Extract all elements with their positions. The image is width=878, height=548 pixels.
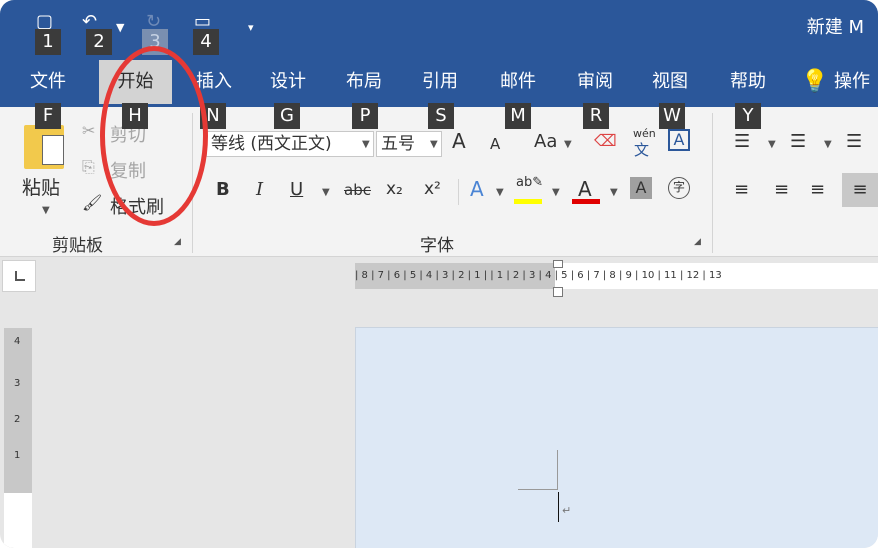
paste-icon[interactable] (24, 125, 64, 169)
paragraph-mark-icon: ↵ (562, 504, 572, 517)
horizontal-ruler[interactable]: | 8 | 7 | 6 | 5 | 4 | 3 | 2 | 1 | | 1 | … (355, 260, 878, 297)
group-divider (458, 179, 459, 205)
bold-button[interactable]: B (216, 179, 230, 200)
numbering-dropdown-icon[interactable]: ▼ (824, 139, 832, 150)
change-case-button[interactable]: Aa (534, 131, 557, 152)
shrink-font-button[interactable]: A (490, 135, 500, 153)
tab-view[interactable]: 视图 (640, 60, 700, 104)
font-name-combo[interactable]: 等线 (西文正文) (206, 131, 374, 157)
clipboard-group-label: 剪贴板 (52, 236, 103, 256)
highlight-dropdown-icon[interactable]: ▼ (552, 187, 560, 198)
keytip-tab-view: W (659, 103, 685, 129)
underline-dropdown-icon[interactable]: ▼ (322, 187, 330, 198)
text-effects-dropdown-icon[interactable]: ▼ (496, 187, 504, 198)
keytip-qat-2: 2 (86, 29, 112, 55)
change-case-dropdown-icon[interactable]: ▼ (564, 139, 572, 150)
vertical-ruler[interactable]: 4 3 2 1 (4, 328, 32, 548)
vertical-ruler-tick: 4 (14, 336, 21, 347)
align-center-icon[interactable]: ≡ (774, 179, 789, 200)
clipboard-launcher-icon[interactable]: ◢ (174, 237, 181, 247)
copy-icon[interactable]: ⎘ (82, 157, 95, 177)
customize-qat-icon[interactable]: ▾ (248, 18, 254, 38)
keytip-tab-file: F (35, 103, 61, 129)
text-cursor (558, 492, 559, 522)
text-effects-button[interactable]: A (470, 177, 484, 201)
undo-dropdown-icon[interactable]: ▼ (116, 18, 124, 38)
keytip-tab-design: G (274, 103, 300, 129)
vertical-ruler-tick: 3 (14, 378, 21, 389)
phonetic-guide-icon[interactable]: 文 (634, 139, 649, 160)
horizontal-ruler-ticks: | 8 | 7 | 6 | 5 | 4 | 3 | 2 | 1 | | 1 | … (355, 270, 722, 281)
tab-references[interactable]: 引用 (410, 60, 470, 104)
font-launcher-icon[interactable]: ◢ (694, 237, 701, 247)
font-name-value: 等线 (西文正文) (211, 134, 332, 154)
tab-file[interactable]: 文件 (18, 60, 78, 104)
font-group-label: 字体 (420, 236, 454, 256)
keytip-tab-references: S (428, 103, 454, 129)
lightbulb-icon[interactable]: 💡 (800, 60, 830, 104)
numbering-icon[interactable]: ☰ (790, 131, 806, 152)
paste-button[interactable]: 粘贴 (22, 173, 60, 200)
align-left-icon[interactable]: ≡ (734, 179, 749, 200)
paste-dropdown-icon[interactable]: ▼ (42, 205, 50, 216)
margin-corner-mark (518, 450, 558, 490)
keytip-tab-mailings: M (505, 103, 531, 129)
format-painter-icon[interactable]: 🖌 (82, 193, 102, 212)
first-line-indent-marker[interactable] (553, 260, 563, 268)
font-color-bar (572, 199, 600, 204)
vertical-ruler-tick: 2 (14, 414, 21, 425)
font-name-dropdown-icon[interactable]: ▼ (362, 139, 370, 150)
highlight-color-bar (514, 199, 542, 204)
vertical-ruler-tick: 1 (14, 450, 21, 461)
tab-selector[interactable] (2, 260, 36, 292)
bullets-icon[interactable]: ☰ (734, 131, 750, 152)
group-divider (712, 113, 713, 253)
superscript-button[interactable]: x² (424, 179, 441, 199)
keytip-tab-review: R (583, 103, 609, 129)
document-title: 新建 M (806, 17, 864, 38)
tab-review[interactable]: 审阅 (565, 60, 625, 104)
keytip-tab-layout: P (352, 103, 378, 129)
keytip-qat-1: 1 (35, 29, 61, 55)
highlight-annotation-circle (100, 46, 208, 226)
subscript-button[interactable]: x₂ (386, 179, 403, 199)
tab-tell-me[interactable]: 操作 (834, 60, 878, 104)
keytip-tab-help: Y (735, 103, 761, 129)
align-right-icon[interactable]: ≡ (810, 179, 825, 200)
character-border-icon[interactable]: A (668, 129, 690, 151)
tab-mailings[interactable]: 邮件 (488, 60, 548, 104)
enclose-characters-icon[interactable]: 字 (668, 177, 690, 199)
italic-button[interactable]: I (256, 179, 263, 200)
character-shading-icon[interactable]: A (630, 177, 652, 199)
highlight-icon[interactable]: ab✎ (516, 175, 543, 190)
font-size-value: 五号 (381, 134, 415, 154)
font-size-dropdown-icon[interactable]: ▼ (430, 139, 438, 150)
font-color-button[interactable]: A (578, 177, 592, 201)
keytip-qat-4: 4 (193, 29, 219, 55)
underline-button[interactable]: U (290, 179, 303, 200)
grow-font-button[interactable]: A (452, 129, 466, 153)
bullets-dropdown-icon[interactable]: ▼ (768, 139, 776, 150)
word-window: ▢ ↶ ▼ ↻ ▭ ▾ 1 2 3 4 新建 M 文件 开始 插入 设计 布局 … (0, 0, 878, 548)
justify-icon[interactable]: ≡ (842, 173, 878, 207)
clear-formatting-icon[interactable]: ⌫ (594, 131, 617, 150)
cut-icon[interactable]: ✂ (82, 121, 95, 140)
document-page[interactable]: ↵ (355, 327, 878, 548)
hanging-indent-marker[interactable] (553, 287, 563, 297)
font-color-dropdown-icon[interactable]: ▼ (610, 187, 618, 198)
tab-layout[interactable]: 布局 (334, 60, 394, 104)
multilevel-list-icon[interactable]: ☰ (846, 131, 862, 152)
tab-design[interactable]: 设计 (258, 60, 318, 104)
strikethrough-button[interactable]: abc (344, 181, 371, 199)
tab-help[interactable]: 帮助 (718, 60, 778, 104)
